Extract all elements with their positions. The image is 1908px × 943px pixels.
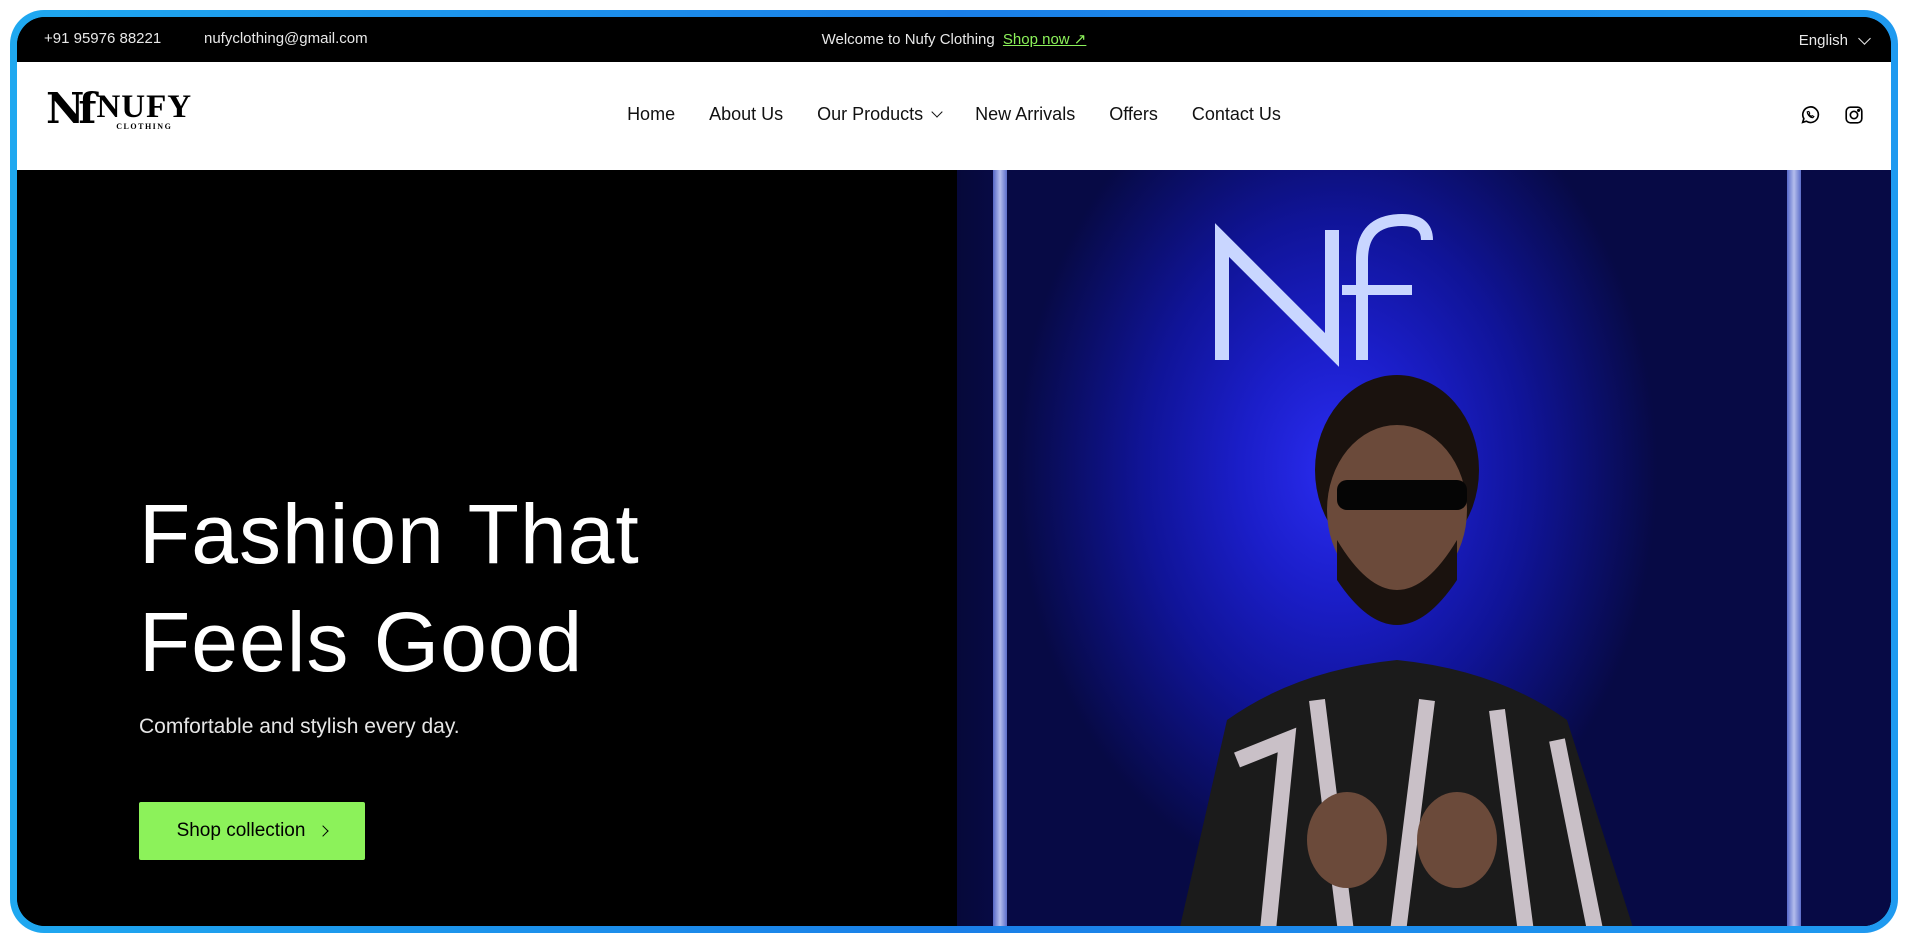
chevron-down-icon [1858,31,1871,45]
main-navbar: Nf NUFY CLOTHING Home About Us Our Produ… [17,62,1891,170]
button-label: Shop collection [176,820,306,841]
nav-item-home[interactable]: Home [627,104,675,125]
shop-now-link[interactable]: Shop now ↗ [1003,31,1086,48]
nav-label: Our Products [817,104,924,124]
nav-label: Offers [1109,104,1158,124]
nav-item-our-products[interactable]: Our Products [817,104,943,125]
light-pole [1787,170,1801,926]
chevron-down-icon [931,106,943,118]
browser-frame: +91 95976 88221 nufyclothing@gmail.com W… [10,10,1898,933]
shop-collection-button[interactable]: Shop collection [139,802,365,860]
nav-label: Contact Us [1191,104,1281,124]
model-figure [1180,375,1633,926]
nav-item-new-arrivals[interactable]: New Arrivals [975,104,1075,125]
nav-label: About Us [709,104,784,124]
welcome-message: Welcome to Nufy Clothing Shop now ↗ [17,30,1891,48]
whatsapp-icon[interactable] [1799,104,1821,131]
nav-label: New Arrivals [975,104,1076,124]
hero-title: Fashion That Feels Good [139,480,640,696]
hero-subtitle: Comfortable and stylish every day. [139,715,460,738]
instagram-icon[interactable] [1843,104,1865,131]
announcement-bar: +91 95976 88221 nufyclothing@gmail.com W… [17,17,1891,62]
hero-title-line: Fashion That [139,487,640,581]
nav-item-about-us[interactable]: About Us [709,104,783,125]
nav-label: Home [627,104,676,124]
hero-gradient-overlay [577,170,997,926]
welcome-text: Welcome to Nufy Clothing [821,31,995,48]
language-label: English [1798,32,1848,49]
language-selector[interactable]: English [1798,31,1871,49]
chevron-right-icon [317,825,330,837]
nav-item-contact-us[interactable]: Contact Us [1192,104,1281,125]
social-links [1799,104,1865,131]
page-window: +91 95976 88221 nufyclothing@gmail.com W… [17,17,1891,926]
nav-menu: Home About Us Our Products New Arrivals … [17,104,1891,125]
hero-section: Fashion That Feels Good Comfortable and … [17,170,1891,926]
hero-title-line: Feels Good [139,595,584,689]
nav-item-offers[interactable]: Offers [1109,104,1158,125]
hero-image [957,170,1891,926]
